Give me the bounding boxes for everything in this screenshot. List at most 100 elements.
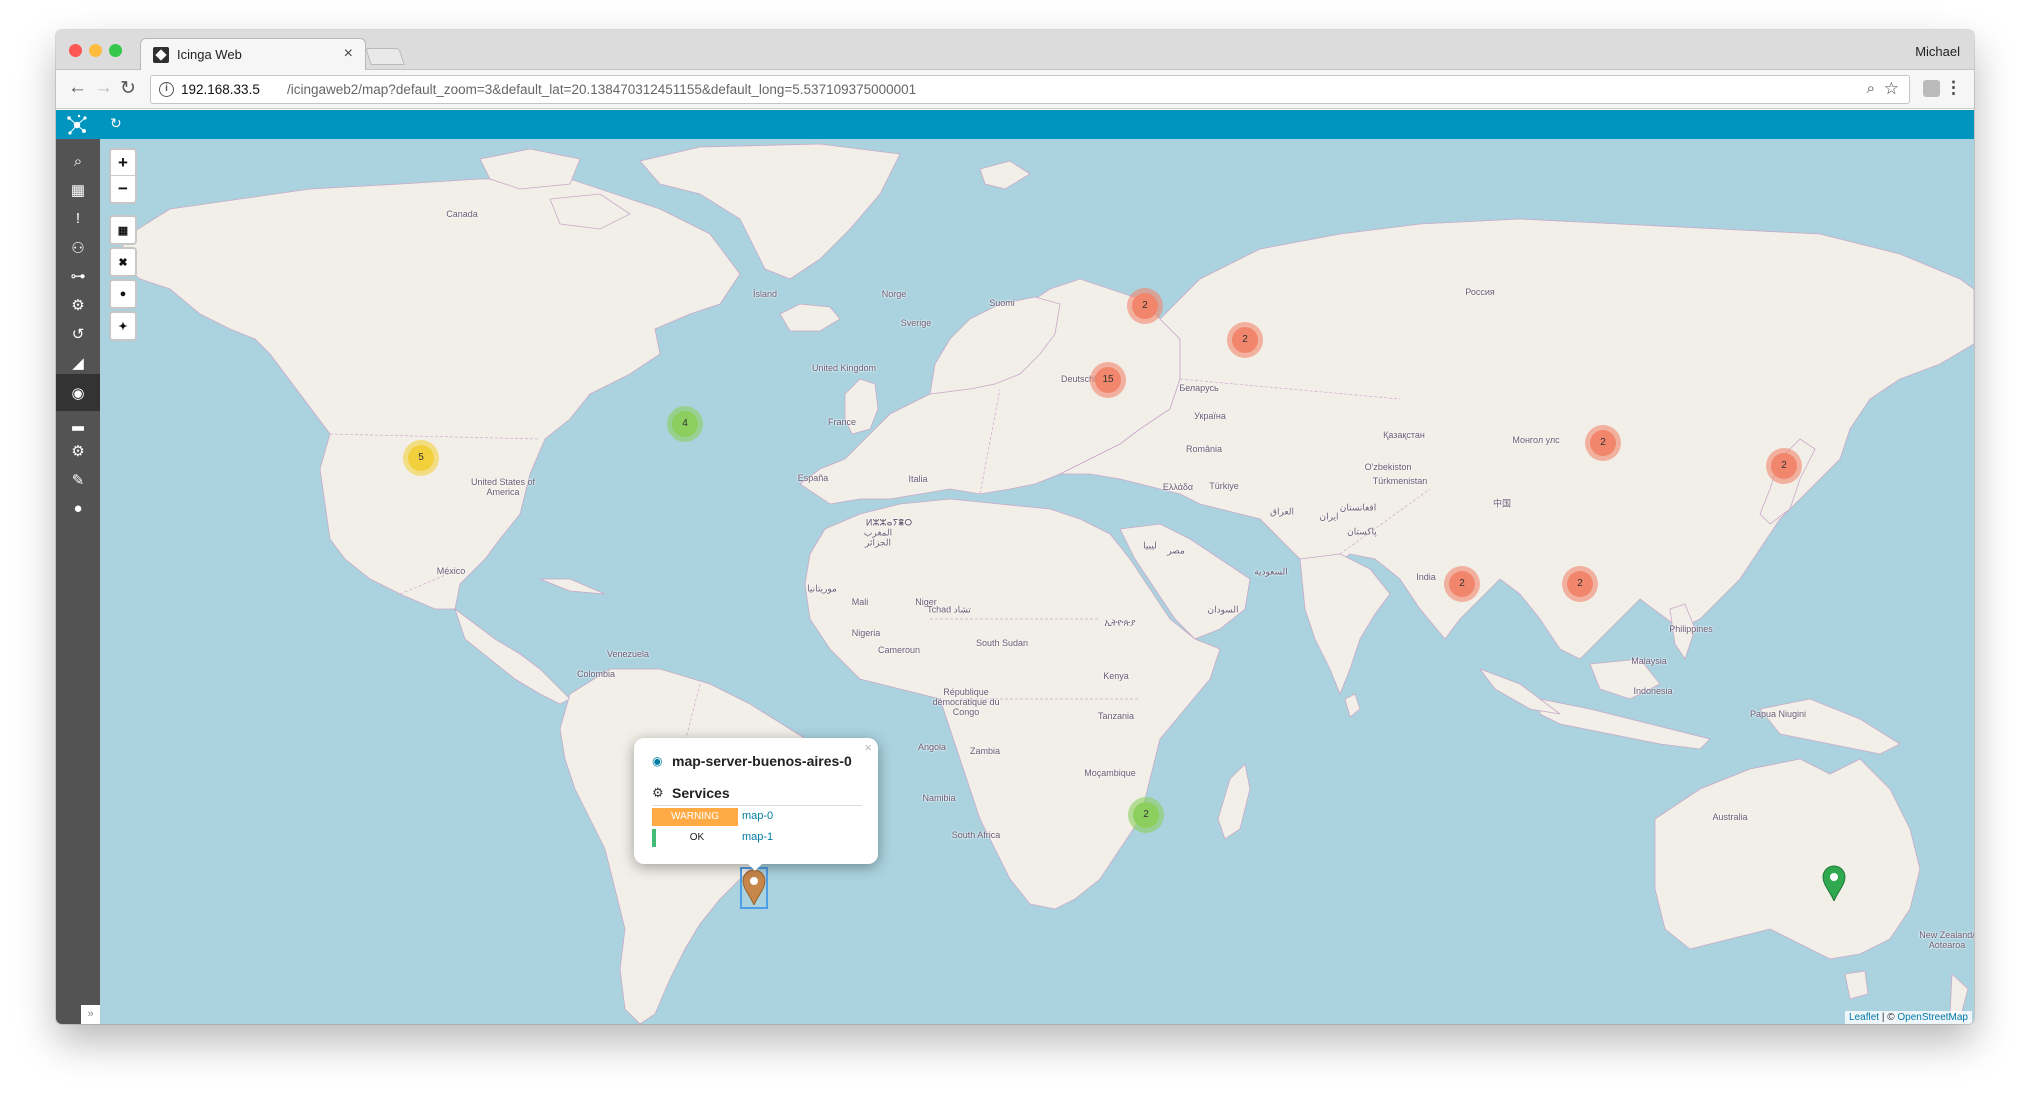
- country-label: South Africa: [951, 830, 1001, 840]
- country-label: Indonesia: [1633, 686, 1673, 696]
- country-label: Namibia: [922, 793, 956, 803]
- icinga-header: ↻: [56, 110, 1974, 139]
- country-label: South Sudan: [975, 638, 1029, 648]
- bookmark-star-icon[interactable]: ☆: [1884, 79, 1899, 99]
- country-label: United Kingdom: [811, 363, 877, 373]
- new-tab-button[interactable]: [365, 48, 405, 65]
- service-state-badge: WARNING: [652, 808, 738, 826]
- country-label: Nigeria: [851, 628, 881, 638]
- country-label: Zambia: [969, 746, 1001, 756]
- close-window-button[interactable]: [69, 44, 82, 57]
- address-bar[interactable]: i 192.168.33.5 /icingaweb2/map?default_z…: [150, 75, 1910, 104]
- world-map[interactable]: Canada Ísland Norge Suomi Sverige Россия Unite…: [100, 139, 1974, 1024]
- country-label: Suomi: [989, 298, 1015, 308]
- country-label: Australia: [1712, 812, 1748, 822]
- site-info-icon[interactable]: i: [159, 82, 174, 97]
- host-cluster-marker[interactable]: 2: [1585, 425, 1621, 461]
- service-row[interactable]: OK map-1: [652, 829, 862, 847]
- browser-menu-icon[interactable]: ⋮: [1945, 78, 1962, 98]
- profile-name[interactable]: Michael: [1915, 44, 1960, 59]
- country-label: Türkiye: [1209, 481, 1239, 491]
- host-cluster-marker[interactable]: 4: [667, 406, 703, 442]
- cluster-count: 4: [672, 411, 698, 437]
- country-label: ایران: [1319, 511, 1339, 522]
- minimize-window-button[interactable]: [89, 44, 102, 57]
- country-label: السعودية: [1254, 566, 1288, 577]
- zoom-in-button[interactable]: +: [111, 150, 135, 176]
- service-name-link[interactable]: map-1: [742, 831, 773, 843]
- country-label: Монгол улс: [1512, 435, 1560, 445]
- refresh-icon[interactable]: ↻: [110, 115, 122, 132]
- country-label: México: [436, 566, 466, 576]
- cluster-count: 2: [1567, 571, 1593, 597]
- forward-arrow-icon[interactable]: →: [94, 77, 113, 99]
- map-dashboard-button[interactable]: ▦: [109, 215, 137, 245]
- host-cluster-marker[interactable]: 15: [1090, 362, 1126, 398]
- map-globe-button[interactable]: ●: [109, 279, 137, 309]
- pin-icon: ✦: [118, 320, 128, 333]
- country-label: 中国: [1492, 498, 1512, 509]
- map-attribution: Leaflet | © OpenStreetMap: [1845, 1011, 1972, 1024]
- tab-close-icon[interactable]: ×: [344, 45, 353, 63]
- country-label: O'zbekiston: [1364, 462, 1412, 472]
- dashboard-icon: ▦: [117, 224, 129, 237]
- map-pin-button[interactable]: ✦: [109, 311, 137, 341]
- icinga-logo-icon[interactable]: [66, 114, 88, 136]
- country-label: République démocratique du Congo: [932, 687, 1000, 717]
- map-fullscreen-button[interactable]: ✖: [109, 247, 137, 277]
- cluster-count: 5: [408, 445, 434, 471]
- country-label: Україна: [1194, 411, 1226, 421]
- leaflet-link[interactable]: Leaflet: [1849, 1012, 1879, 1023]
- country-label: Ísland: [752, 289, 778, 299]
- icinga-favicon-icon: [153, 47, 169, 63]
- host-cluster-marker[interactable]: 2: [1562, 566, 1598, 602]
- maximize-window-button[interactable]: [109, 44, 122, 57]
- popup-tip: [746, 862, 764, 872]
- services-divider: [652, 805, 862, 806]
- service-row[interactable]: WARNING map-0: [652, 808, 862, 826]
- services-heading: Services: [672, 785, 730, 801]
- popup-close-icon[interactable]: ×: [864, 740, 872, 755]
- country-label: Venezuela: [606, 649, 650, 659]
- country-label: România: [1185, 444, 1223, 454]
- zoom-control: + −: [109, 148, 137, 204]
- country-label: España: [797, 473, 829, 483]
- host-cluster-marker[interactable]: 2: [1444, 566, 1480, 602]
- sidebar-user-icon[interactable]: ●: [56, 490, 100, 527]
- country-label: موريتانيا: [807, 583, 837, 594]
- zoom-out-button[interactable]: −: [111, 176, 135, 202]
- country-label: India: [1416, 572, 1436, 582]
- cluster-count: 15: [1095, 367, 1121, 393]
- popup-host-name[interactable]: map-server-buenos-aires-0: [672, 753, 852, 769]
- country-label: United States of America: [470, 477, 536, 497]
- country-label: Tanzania: [1097, 711, 1135, 721]
- cluster-count: 2: [1232, 327, 1258, 353]
- sidebar-collapse-button[interactable]: »: [81, 1005, 100, 1024]
- host-cluster-marker[interactable]: 2: [1766, 448, 1802, 484]
- country-label: Colombia: [576, 669, 616, 679]
- tab-title: Icinga Web: [177, 47, 242, 62]
- service-state-badge: OK: [652, 829, 738, 847]
- country-label: ኢትዮጵያ: [1104, 617, 1136, 628]
- service-name-link[interactable]: map-0: [742, 810, 773, 822]
- reload-icon[interactable]: ↻: [120, 77, 136, 100]
- extension-icon[interactable]: [1923, 80, 1940, 97]
- host-cluster-marker[interactable]: 2: [1227, 322, 1263, 358]
- browser-toolbar: ← → ↻ i 192.168.33.5 /icingaweb2/map?def…: [56, 70, 1974, 109]
- openstreetmap-link[interactable]: OpenStreetMap: [1897, 1012, 1968, 1023]
- country-label: Moçambique: [1084, 768, 1136, 778]
- back-arrow-icon[interactable]: ←: [68, 77, 87, 99]
- country-label: Italia: [908, 474, 928, 484]
- ok-host-marker-pin-icon[interactable]: [1822, 865, 1846, 903]
- country-label: مصر: [1167, 545, 1185, 556]
- host-cluster-marker[interactable]: 2: [1128, 797, 1164, 833]
- globe-icon: ●: [119, 288, 127, 300]
- cluster-count: 2: [1590, 430, 1616, 456]
- tab-icinga-web[interactable]: Icinga Web ×: [140, 38, 366, 71]
- attribution-separator: | ©: [1879, 1012, 1898, 1023]
- zoom-magnifier-icon[interactable]: ⌕: [1867, 80, 1875, 97]
- host-cluster-marker[interactable]: 5: [403, 440, 439, 476]
- country-label: Mali: [851, 597, 869, 607]
- warning-host-marker-pin-icon[interactable]: [742, 869, 766, 907]
- host-cluster-marker[interactable]: 2: [1127, 288, 1163, 324]
